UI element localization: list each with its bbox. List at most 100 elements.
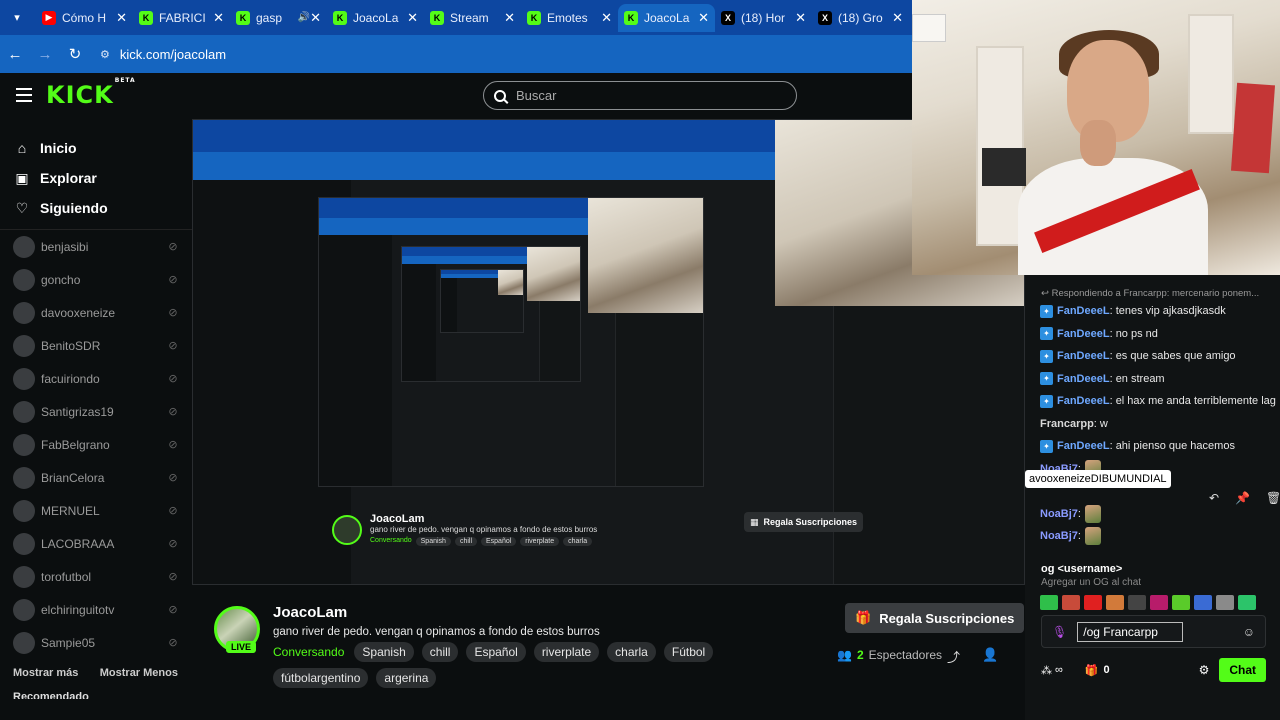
following-item[interactable]: FabBelgrano ⊘ — [0, 428, 192, 461]
following-item[interactable]: torofutbol ⊘ — [0, 560, 192, 593]
show-more-button[interactable]: Mostrar más — [13, 667, 78, 679]
following-item[interactable]: LACOBRAAA ⊘ — [0, 527, 192, 560]
menu-icon[interactable] — [16, 88, 32, 102]
chat-username[interactable]: Francarpp — [1040, 418, 1094, 430]
tag-chip[interactable]: chill — [421, 642, 459, 662]
following-item[interactable]: benjasibi ⊘ — [0, 230, 192, 263]
tag-chip[interactable]: riverplate — [533, 642, 600, 662]
kick-icon: K — [236, 10, 250, 25]
kick-logo[interactable]: KICKBETA — [46, 77, 135, 109]
reply-icon[interactable]: ↶ — [1209, 491, 1219, 505]
close-icon[interactable]: ✕ — [213, 10, 224, 26]
browser-tab[interactable]: X (18) Hor ✕ — [715, 4, 812, 32]
chat-message: ✦ FanDeeeL: en stream — [1040, 368, 1278, 391]
browser-tab[interactable]: X (18) Gro ✕ — [812, 4, 909, 32]
browser-tab[interactable]: Kgasp 🔊 ✕ — [230, 4, 327, 32]
chat-username[interactable]: FanDeeeL — [1057, 328, 1110, 340]
tag-chip[interactable]: Español — [466, 642, 526, 662]
reload-icon[interactable]: ↻ — [60, 45, 90, 63]
close-icon[interactable]: ✕ — [892, 10, 903, 26]
close-icon[interactable]: ✕ — [116, 10, 127, 26]
delete-icon[interactable]: 🗑 — [1266, 491, 1280, 505]
follow-user-icon[interactable]: 👤 — [982, 647, 998, 663]
following-item[interactable]: MERNUEL ⊘ — [0, 494, 192, 527]
browser-tab[interactable]: K Stream ✕ — [424, 4, 521, 32]
emote-icon[interactable] — [1150, 595, 1168, 610]
video-player[interactable]: JoacoLam gano river de pedo. vengan q op… — [192, 119, 1025, 585]
following-item[interactable]: BenitoSDR ⊘ — [0, 329, 192, 362]
close-icon[interactable]: ✕ — [504, 10, 515, 26]
tag-chip[interactable]: charla — [607, 642, 656, 662]
chat-input[interactable] — [1077, 621, 1184, 642]
following-item[interactable]: goncho ⊘ — [0, 263, 192, 296]
settings-icon[interactable]: ⚙ — [1199, 663, 1210, 677]
emoji-icon[interactable]: ☺ — [1243, 625, 1255, 639]
emote-icon[interactable] — [1062, 595, 1080, 610]
emote-icon[interactable] — [1194, 595, 1212, 610]
search-input[interactable]: Buscar — [483, 81, 797, 110]
browser-tab[interactable]: K FABRICI ✕ — [133, 4, 230, 32]
browser-tab[interactable]: ▶ Cómo H ✕ — [36, 4, 133, 32]
chat-text: : ahi pienso que hacemos — [1109, 440, 1235, 453]
close-icon[interactable]: ✕ — [310, 10, 321, 26]
streamer-name[interactable]: JoacoLam — [273, 604, 347, 621]
pin-icon[interactable]: 📌 — [1235, 491, 1250, 505]
explore-icon: ▣ — [15, 169, 29, 186]
chat-input-box[interactable]: 🎙 ☺ — [1041, 615, 1266, 648]
chat-username[interactable]: FanDeeeL — [1057, 395, 1110, 407]
offline-icon: ⊘ — [168, 406, 178, 418]
stream-title: gano river de pedo. vengan q opinamos a … — [273, 626, 600, 638]
forward-icon[interactable]: → — [30, 46, 60, 63]
close-icon[interactable]: ✕ — [407, 10, 418, 26]
emote-icon[interactable] — [1084, 595, 1102, 610]
following-item[interactable]: davooxeneize ⊘ — [0, 296, 192, 329]
following-item[interactable]: Santigrizas19 ⊘ — [0, 395, 192, 428]
back-icon[interactable]: ← — [0, 46, 30, 63]
send-chat-button[interactable]: Chat — [1219, 658, 1266, 682]
command-suggestion[interactable]: og <username> — [1041, 563, 1122, 575]
tag-chip[interactable]: fútbolargentino — [273, 668, 369, 688]
kick-icon: K — [333, 10, 347, 25]
tag-chip[interactable]: argerina — [376, 668, 437, 688]
tag-chip[interactable]: Fútbol — [663, 642, 714, 662]
following-item[interactable]: elchiringuitotv ⊘ — [0, 593, 192, 626]
emote-icon[interactable] — [1040, 595, 1058, 610]
following-item[interactable]: Sampie05 ⊘ — [0, 626, 192, 659]
category-link[interactable]: Conversando — [273, 645, 344, 659]
following-name: benjasibi — [41, 239, 89, 254]
close-icon[interactable]: ✕ — [795, 10, 806, 26]
close-icon[interactable]: ✕ — [601, 10, 612, 26]
chat-username[interactable]: FanDeeeL — [1057, 350, 1110, 362]
chat-username[interactable]: FanDeeeL — [1057, 305, 1110, 317]
url-field[interactable]: ⚙ kick.com/joacolam — [100, 47, 226, 62]
share-icon[interactable]: ⤴ — [947, 647, 960, 666]
emote-icon[interactable] — [1172, 595, 1190, 610]
nav-explorar[interactable]: ▣ Explorar — [0, 163, 192, 193]
chat-username[interactable]: FanDeeeL — [1057, 373, 1110, 385]
tab-search-dropdown[interactable]: ▾ — [4, 5, 30, 31]
youtube-icon: ▶ — [42, 10, 56, 25]
gift-subscriptions-button[interactable]: 🎁 Regala Suscripciones — [845, 603, 1025, 633]
tag-chip[interactable]: Spanish — [354, 642, 414, 662]
browser-tab[interactable]: K JoacoLa ✕ — [618, 3, 715, 32]
browser-tab[interactable]: K Emotes ✕ — [521, 4, 618, 32]
show-less-button[interactable]: Mostrar Menos — [100, 667, 178, 679]
microphone-icon[interactable]: 🎙 — [1052, 625, 1067, 639]
emote-icon[interactable] — [1128, 595, 1146, 610]
browser-tab[interactable]: K JoacoLa ✕ — [327, 4, 424, 32]
audio-icon[interactable]: 🔊 — [298, 12, 310, 23]
following-item[interactable]: facuiriondo ⊘ — [0, 362, 192, 395]
nav-inicio[interactable]: ⌂ Inicio — [0, 133, 192, 163]
chat-username[interactable]: NoaBj7 — [1040, 530, 1078, 542]
chat-username[interactable]: FanDeeeL — [1057, 440, 1110, 452]
emote-icon[interactable] — [1216, 595, 1234, 610]
site-info-icon[interactable]: ⚙ — [100, 48, 110, 61]
emote-icon[interactable] — [1238, 595, 1256, 610]
chat-username[interactable]: NoaBj7 — [1040, 508, 1078, 520]
close-icon[interactable]: ✕ — [698, 10, 709, 26]
channel-points[interactable]: ⁂ ∞ — [1041, 664, 1063, 677]
gifts-counter[interactable]: 🎁 0 — [1085, 664, 1110, 677]
nav-siguiendo[interactable]: ♡ Siguiendo — [0, 193, 192, 223]
following-item[interactable]: BrianCelora ⊘ — [0, 461, 192, 494]
emote-icon[interactable] — [1106, 595, 1124, 610]
